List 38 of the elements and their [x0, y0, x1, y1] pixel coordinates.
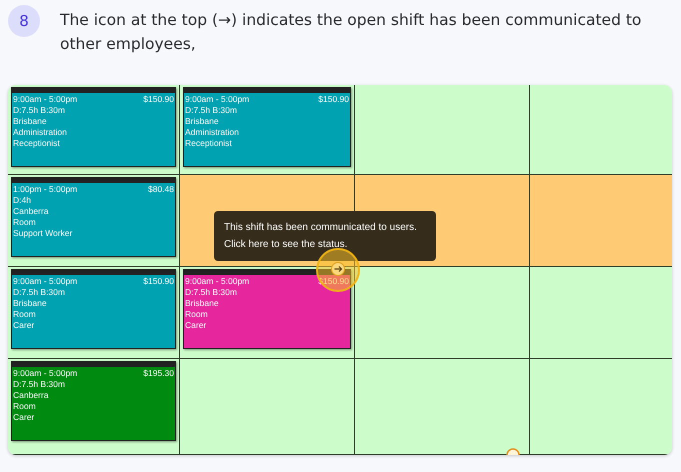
shift-detail: Carer — [13, 412, 36, 423]
shift-detail: Administration — [13, 127, 68, 138]
shift-detail: Carer — [185, 320, 208, 331]
shift-detail: Room — [13, 217, 37, 228]
shift-detail: D:7.5h B:30m — [185, 287, 238, 298]
shift-detail: Administration — [185, 127, 240, 138]
step-number: 8 — [8, 5, 40, 37]
shift-detail: Carer — [13, 320, 36, 331]
shift-detail: Canberra — [13, 206, 50, 217]
shift-time: 1:00pm - 5:00pm — [13, 184, 78, 195]
shift-price: $150.90 — [143, 94, 174, 105]
shift-detail: Brisbane — [185, 298, 220, 309]
shift-detail: Receptionist — [13, 138, 61, 149]
shift-detail: D:4h — [13, 195, 32, 206]
tooltip: This shift has been communicated to users. Click here to see the status. — [214, 211, 436, 261]
shift-detail: Room — [13, 401, 37, 412]
shift-detail: D:7.5h B:30m — [185, 105, 238, 116]
shift-time: 9:00am - 5:00pm — [13, 94, 78, 105]
shift-price: $150.90 — [318, 94, 349, 105]
shift-detail: D:7.5h B:30m — [13, 287, 66, 298]
shift-price: $80.48 — [148, 184, 174, 195]
shift-detail: Brisbane — [185, 116, 220, 127]
shift-detail: Brisbane — [13, 116, 48, 127]
shift-time: 9:00am - 5:00pm — [185, 276, 250, 287]
shift-detail: Support Worker — [13, 228, 74, 239]
shift-detail: D:7.5h B:30m — [13, 105, 66, 116]
shift-detail: Canberra — [13, 390, 50, 401]
step-text: The icon at the top (→) indicates the open shift has been communicated to other employees, — [60, 10, 642, 55]
shift-detail: Brisbane — [13, 298, 48, 309]
shift-price: $150.90 — [143, 276, 174, 287]
shift-time: 9:00am - 5:00pm — [13, 368, 78, 379]
shift-time: 9:00am - 5:00pm — [13, 276, 78, 287]
shift-detail: D:7.5h B:30m — [13, 379, 66, 390]
shift-detail: Room — [13, 309, 37, 320]
shift-time: 9:00am - 5:00pm — [185, 94, 250, 105]
shift-price: $195.30 — [143, 368, 174, 379]
shift-detail: Room — [185, 309, 209, 320]
shift-detail: Receptionist — [185, 138, 233, 149]
